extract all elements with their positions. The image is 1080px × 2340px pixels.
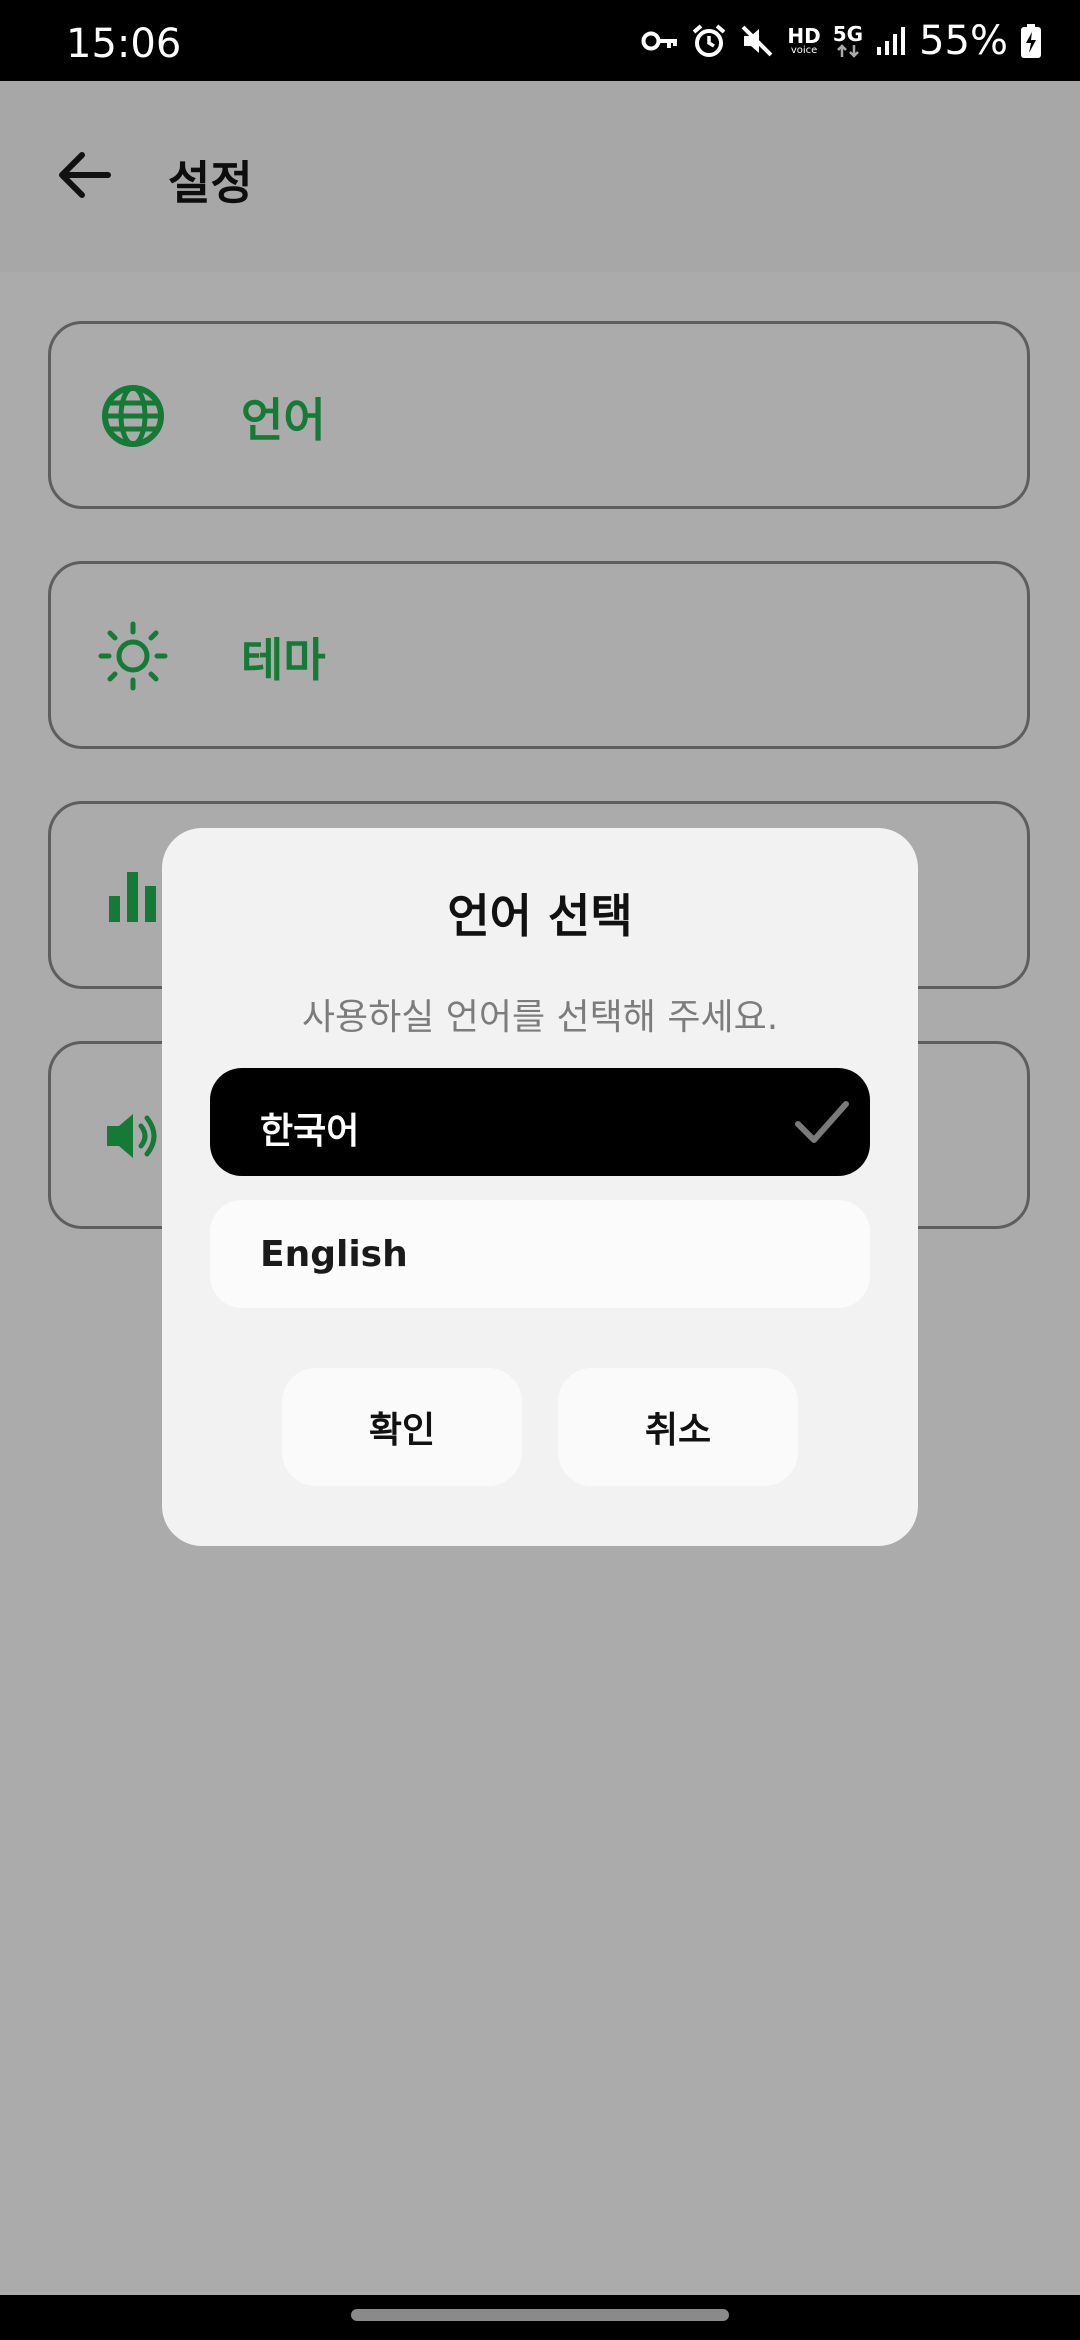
check-icon: [795, 1101, 849, 1143]
bar-chart-icon: [109, 872, 156, 922]
settings-item-label: 언어: [241, 393, 326, 447]
mute-icon: [741, 25, 773, 57]
language-option-english[interactable]: English: [210, 1200, 870, 1308]
settings-item-language[interactable]: 언어: [48, 321, 1030, 509]
option-label: 한국어: [260, 1111, 360, 1152]
page-title: 설정: [168, 156, 253, 210]
arrow-left-icon: [59, 152, 111, 198]
cancel-button[interactable]: 취소: [558, 1368, 798, 1486]
network-label: 5G: [832, 22, 864, 46]
language-dialog: 언어 선택 사용하실 언어를 선택해 주세요. 한국어 English 확인 취…: [162, 828, 918, 1546]
data-arrows-icon: [837, 44, 859, 58]
home-gesture-handle[interactable]: [351, 2309, 729, 2321]
status-time: 15:06: [66, 21, 182, 67]
app-bar: 설정: [0, 81, 1080, 272]
confirm-button[interactable]: 확인: [282, 1368, 522, 1486]
hd-voice-icon: HD voice: [787, 26, 820, 56]
globe-icon: [102, 385, 164, 447]
hd-label: HD: [787, 24, 821, 48]
battery-percent: 55%: [919, 18, 1008, 64]
navigation-bar: [0, 2295, 1080, 2340]
status-bar: 15:06 HD voice 5G 55%: [0, 0, 1080, 81]
signal-icon: [877, 27, 906, 55]
dialog-message: 사용하실 언어를 선택해 주세요.: [301, 997, 779, 1038]
battery-charging-icon: [1021, 24, 1041, 58]
5g-icon: 5G: [833, 24, 863, 58]
speaker-icon: [107, 1114, 157, 1158]
settings-item-label: 테마: [241, 633, 326, 687]
voice-label: voice: [790, 45, 818, 56]
back-button[interactable]: [48, 139, 120, 211]
status-icons: HD voice 5G 55%: [641, 18, 1042, 64]
language-option-korean[interactable]: 한국어: [210, 1068, 870, 1176]
dialog-title: 언어 선택: [447, 889, 633, 943]
option-label: English: [260, 1234, 408, 1275]
sun-icon: [98, 621, 168, 691]
settings-item-theme[interactable]: 테마: [48, 561, 1030, 749]
vpn-key-icon: [641, 31, 678, 51]
alarm-icon: [693, 24, 726, 57]
